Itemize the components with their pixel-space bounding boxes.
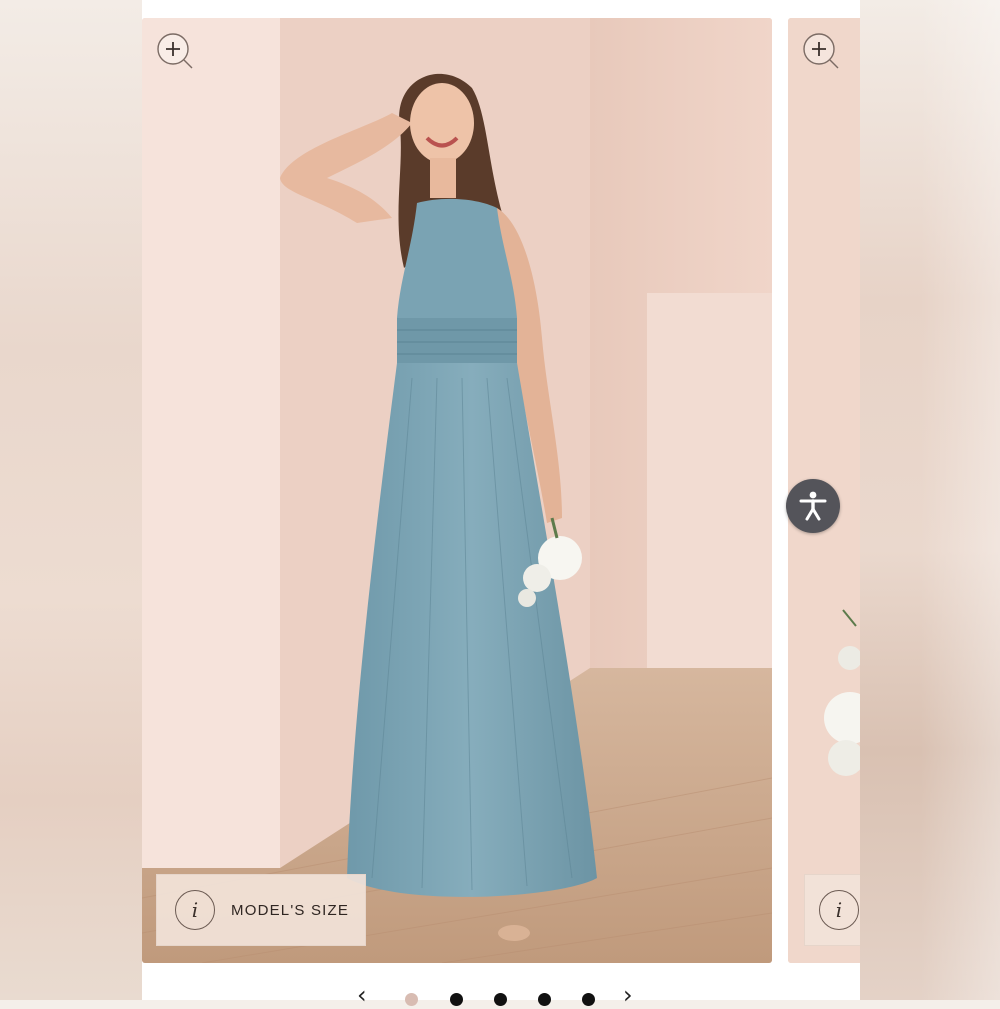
zoom-button[interactable] [156,32,193,69]
product-photo[interactable] [142,18,772,963]
info-icon: i [819,890,859,930]
zoom-in-icon [157,33,193,69]
blurred-backdrop-right [860,0,1000,1000]
product-photo-illustration [142,18,772,963]
models-size-label: MODEL'S SIZE [231,901,350,919]
previous-arrow-icon[interactable]: ‹ [357,981,367,1009]
zoom-button-next[interactable] [802,32,839,69]
models-size-button-next[interactable]: i [804,874,860,946]
info-icon: i [175,890,215,930]
models-size-button[interactable]: i MODEL'S SIZE [156,874,366,946]
zoom-in-icon [803,33,839,69]
blurred-backdrop-left [0,0,142,1000]
accessibility-button[interactable] [786,479,840,533]
next-arrow-icon[interactable]: › [623,981,633,1009]
gallery-pager: ‹ › [355,981,645,1009]
accessibility-icon [799,491,827,521]
